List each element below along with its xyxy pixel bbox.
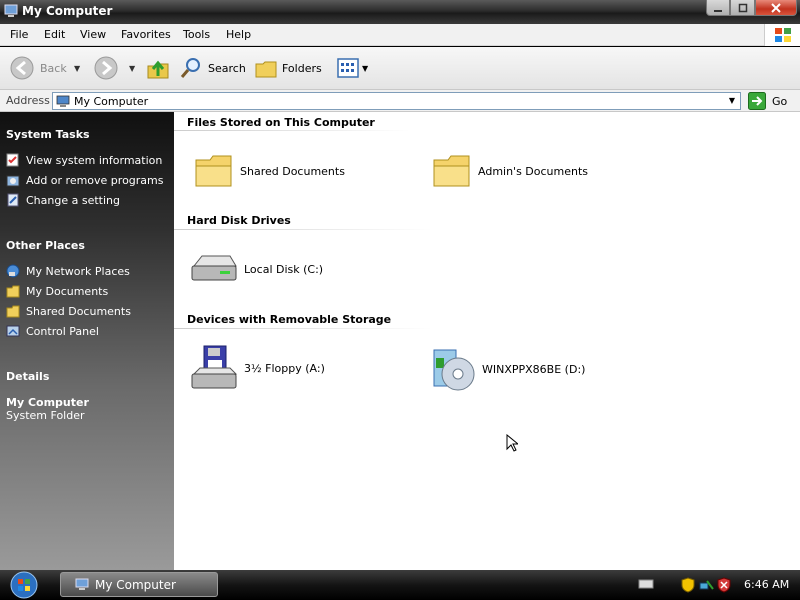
- change-setting-icon: [7, 193, 19, 207]
- views-button[interactable]: ▼: [336, 56, 368, 80]
- task-view-system-information[interactable]: View system information: [6, 153, 162, 167]
- close-button[interactable]: [755, 0, 797, 16]
- task-change-setting[interactable]: Change a setting: [6, 193, 120, 207]
- group-removable-title: Devices with Removable Storage: [187, 313, 392, 326]
- window-title: My Computer: [22, 4, 113, 18]
- item-local-disk-c[interactable]: Local Disk (C:): [190, 252, 323, 286]
- menu-help[interactable]: Help: [226, 28, 251, 41]
- item-floppy-a[interactable]: 3½ Floppy (A:): [190, 344, 325, 392]
- windows-flag-icon: [774, 28, 791, 42]
- title-bar[interactable]: My Computer: [0, 0, 800, 24]
- back-label: Back: [40, 61, 67, 75]
- up-folder-button[interactable]: [146, 56, 170, 80]
- back-dropdown-icon[interactable]: ▼: [74, 64, 80, 73]
- place-my-network-places[interactable]: My Network Places: [6, 264, 130, 278]
- group-files-divider: [174, 130, 410, 131]
- place-control-panel[interactable]: Control Panel: [6, 324, 99, 338]
- folders-label: Folders: [282, 61, 322, 75]
- menu-tools[interactable]: Tools: [183, 28, 210, 41]
- menu-bar: File Edit View Favorites Tools Help: [0, 24, 800, 46]
- address-bar: Address My Computer ▼ Go: [0, 90, 800, 112]
- views-icon: [337, 58, 359, 78]
- details-name: My Computer: [6, 396, 89, 409]
- folders-icon: [255, 61, 277, 78]
- start-button[interactable]: [8, 571, 40, 599]
- taskbar-my-computer-button[interactable]: My Computer: [60, 572, 218, 597]
- place-my-documents[interactable]: My Documents: [6, 284, 108, 298]
- maximize-button[interactable]: [730, 0, 755, 16]
- search-label: Search: [208, 61, 246, 75]
- toolbar: Back ▼ ▼ Search Folders ▼: [0, 47, 800, 90]
- menu-edit[interactable]: Edit: [44, 28, 65, 41]
- system-info-icon: [6, 153, 19, 167]
- menu-view[interactable]: View: [80, 28, 106, 41]
- security-shield-icon[interactable]: [681, 577, 695, 593]
- alert-shield-icon[interactable]: [717, 577, 731, 593]
- details-heading[interactable]: Details: [6, 370, 49, 383]
- details-type: System Folder: [6, 409, 85, 422]
- computer-icon: [4, 4, 18, 17]
- task-pane: System Tasks View system information Add…: [0, 112, 174, 570]
- group-hdd-title: Hard Disk Drives: [187, 214, 291, 227]
- group-hdd-divider: [174, 229, 432, 230]
- add-remove-programs-icon: [6, 175, 20, 187]
- item-admins-documents[interactable]: Admin's Documents: [432, 152, 588, 190]
- close-icon: [771, 2, 781, 13]
- menu-favorites[interactable]: Favorites: [121, 28, 171, 41]
- control-panel-icon: [6, 325, 20, 337]
- my-documents-icon: [6, 285, 20, 298]
- windows-logo: [764, 24, 800, 46]
- back-button[interactable]: Back: [10, 56, 67, 80]
- go-arrow-icon: [748, 92, 766, 110]
- go-button[interactable]: Go: [748, 92, 787, 110]
- maximize-icon: [738, 3, 747, 12]
- group-files-title: Files Stored on This Computer: [187, 116, 375, 129]
- forward-arrow-icon: [94, 56, 118, 80]
- folder-icon: [433, 155, 470, 187]
- address-input[interactable]: My Computer ▼: [52, 92, 741, 110]
- computer-icon: [75, 578, 89, 590]
- mouse-cursor-icon: [506, 434, 518, 452]
- minimize-button[interactable]: [706, 0, 730, 16]
- forward-dropdown-icon[interactable]: ▼: [129, 64, 135, 73]
- cd-drive-icon: [433, 349, 475, 391]
- go-label: Go: [772, 94, 788, 108]
- content-area: Files Stored on This Computer Shared Doc…: [174, 112, 800, 570]
- item-cd-drive-d[interactable]: WINXPPX86BE (D:): [428, 344, 585, 394]
- system-tasks-heading[interactable]: System Tasks: [6, 128, 90, 141]
- item-shared-documents[interactable]: Shared Documents: [194, 152, 345, 190]
- views-dropdown-icon: ▼: [362, 63, 369, 73]
- taskbar-clock[interactable]: 6:46 AM: [744, 578, 789, 591]
- group-removable-divider: [174, 328, 432, 329]
- network-icon[interactable]: [699, 577, 715, 593]
- floppy-drive-icon: [191, 345, 238, 389]
- address-label: Address: [6, 94, 50, 107]
- folder-icon: [195, 155, 232, 187]
- search-icon: [180, 58, 200, 78]
- task-add-remove-programs[interactable]: Add or remove programs: [6, 173, 164, 187]
- menu-file[interactable]: File: [10, 28, 28, 41]
- folders-button[interactable]: Folders: [254, 56, 322, 80]
- computer-icon: [56, 95, 70, 107]
- minimize-icon: [714, 9, 722, 12]
- taskbar: My Computer 6:46 AM: [0, 570, 800, 600]
- address-value: My Computer: [74, 95, 149, 108]
- shared-documents-icon: [6, 305, 20, 318]
- network-places-icon: [6, 264, 20, 278]
- hard-disk-icon: [191, 255, 237, 281]
- other-places-heading[interactable]: Other Places: [6, 239, 85, 252]
- keyboard-icon[interactable]: [638, 577, 654, 591]
- place-shared-documents[interactable]: Shared Documents: [6, 304, 131, 318]
- search-button[interactable]: Search: [180, 56, 246, 80]
- back-arrow-icon: [10, 56, 34, 80]
- forward-button[interactable]: [94, 56, 118, 80]
- address-dropdown-icon[interactable]: ▼: [726, 94, 738, 108]
- up-folder-icon: [147, 60, 169, 79]
